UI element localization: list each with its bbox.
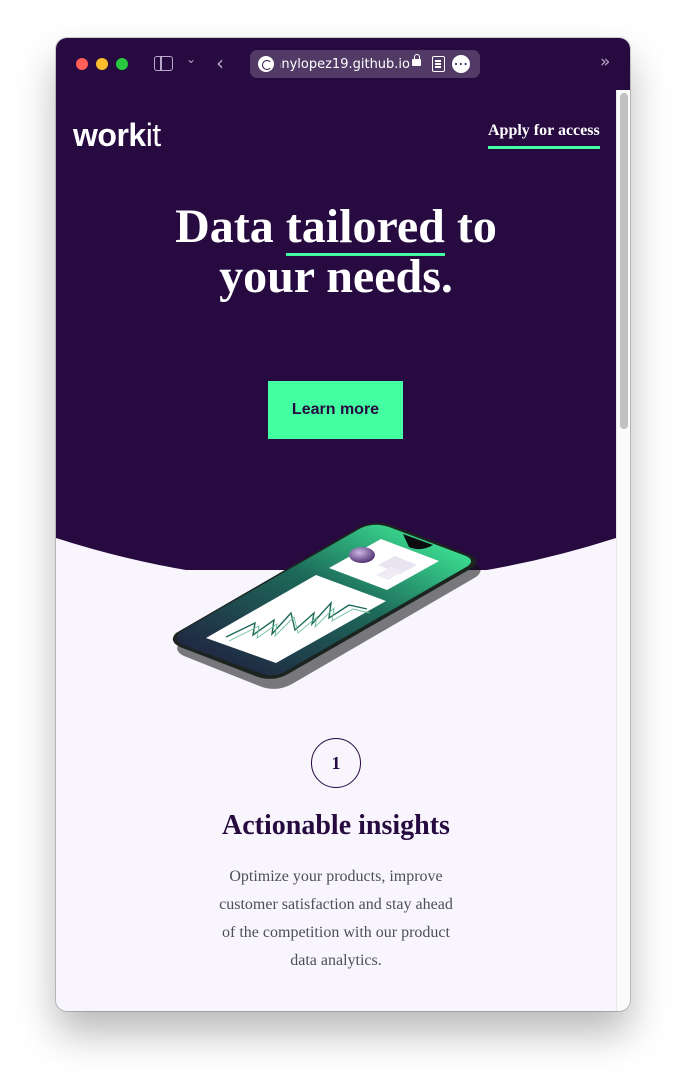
feature-title: Actionable insights [222,810,450,841]
lock-icon [412,54,421,66]
phone-illustration [172,522,481,689]
zoom-window-button[interactable] [116,58,128,70]
logo-bold: work [73,117,146,153]
hero-headline: Data tailored to your needs. [56,200,616,303]
apply-for-access-link[interactable]: Apply for access [488,122,600,149]
address-bar[interactable]: anylopez19.github.io [250,50,480,78]
more-icon[interactable] [452,55,470,73]
feature-description: Optimize your products, improve customer… [219,868,453,969]
browser-toolbar: ⌄ ‹ anylopez19.github.io » [56,38,630,90]
page-viewport: workit Apply for access Data tailored to… [56,90,616,1011]
headline-highlight: tailored [285,200,445,256]
step-number-badge: 1 [311,738,361,788]
chevron-down-icon[interactable]: ⌄ [186,52,196,66]
url-text[interactable]: anylopez19.github.io [280,57,410,72]
headline-part-1: Data [175,200,286,253]
reader-icon[interactable] [432,56,445,72]
headline-part-3: your needs. [219,250,453,303]
chevron-right-double-icon[interactable]: » [600,52,610,72]
logo-light: it [145,117,162,153]
learn-more-button[interactable]: Learn more [268,381,403,439]
browser-window: ⌄ ‹ anylopez19.github.io » workit Apply … [56,38,630,1011]
favicon [258,56,274,72]
close-window-button[interactable] [76,58,88,70]
scrollbar-thumb[interactable] [620,93,628,429]
sidebar-icon[interactable] [154,56,173,71]
back-icon[interactable]: ‹ [216,51,224,75]
headline-part-2: to [444,200,497,253]
workit-logo[interactable]: workit [73,117,161,154]
vertical-scrollbar[interactable] [616,90,630,1011]
minimize-window-button[interactable] [96,58,108,70]
